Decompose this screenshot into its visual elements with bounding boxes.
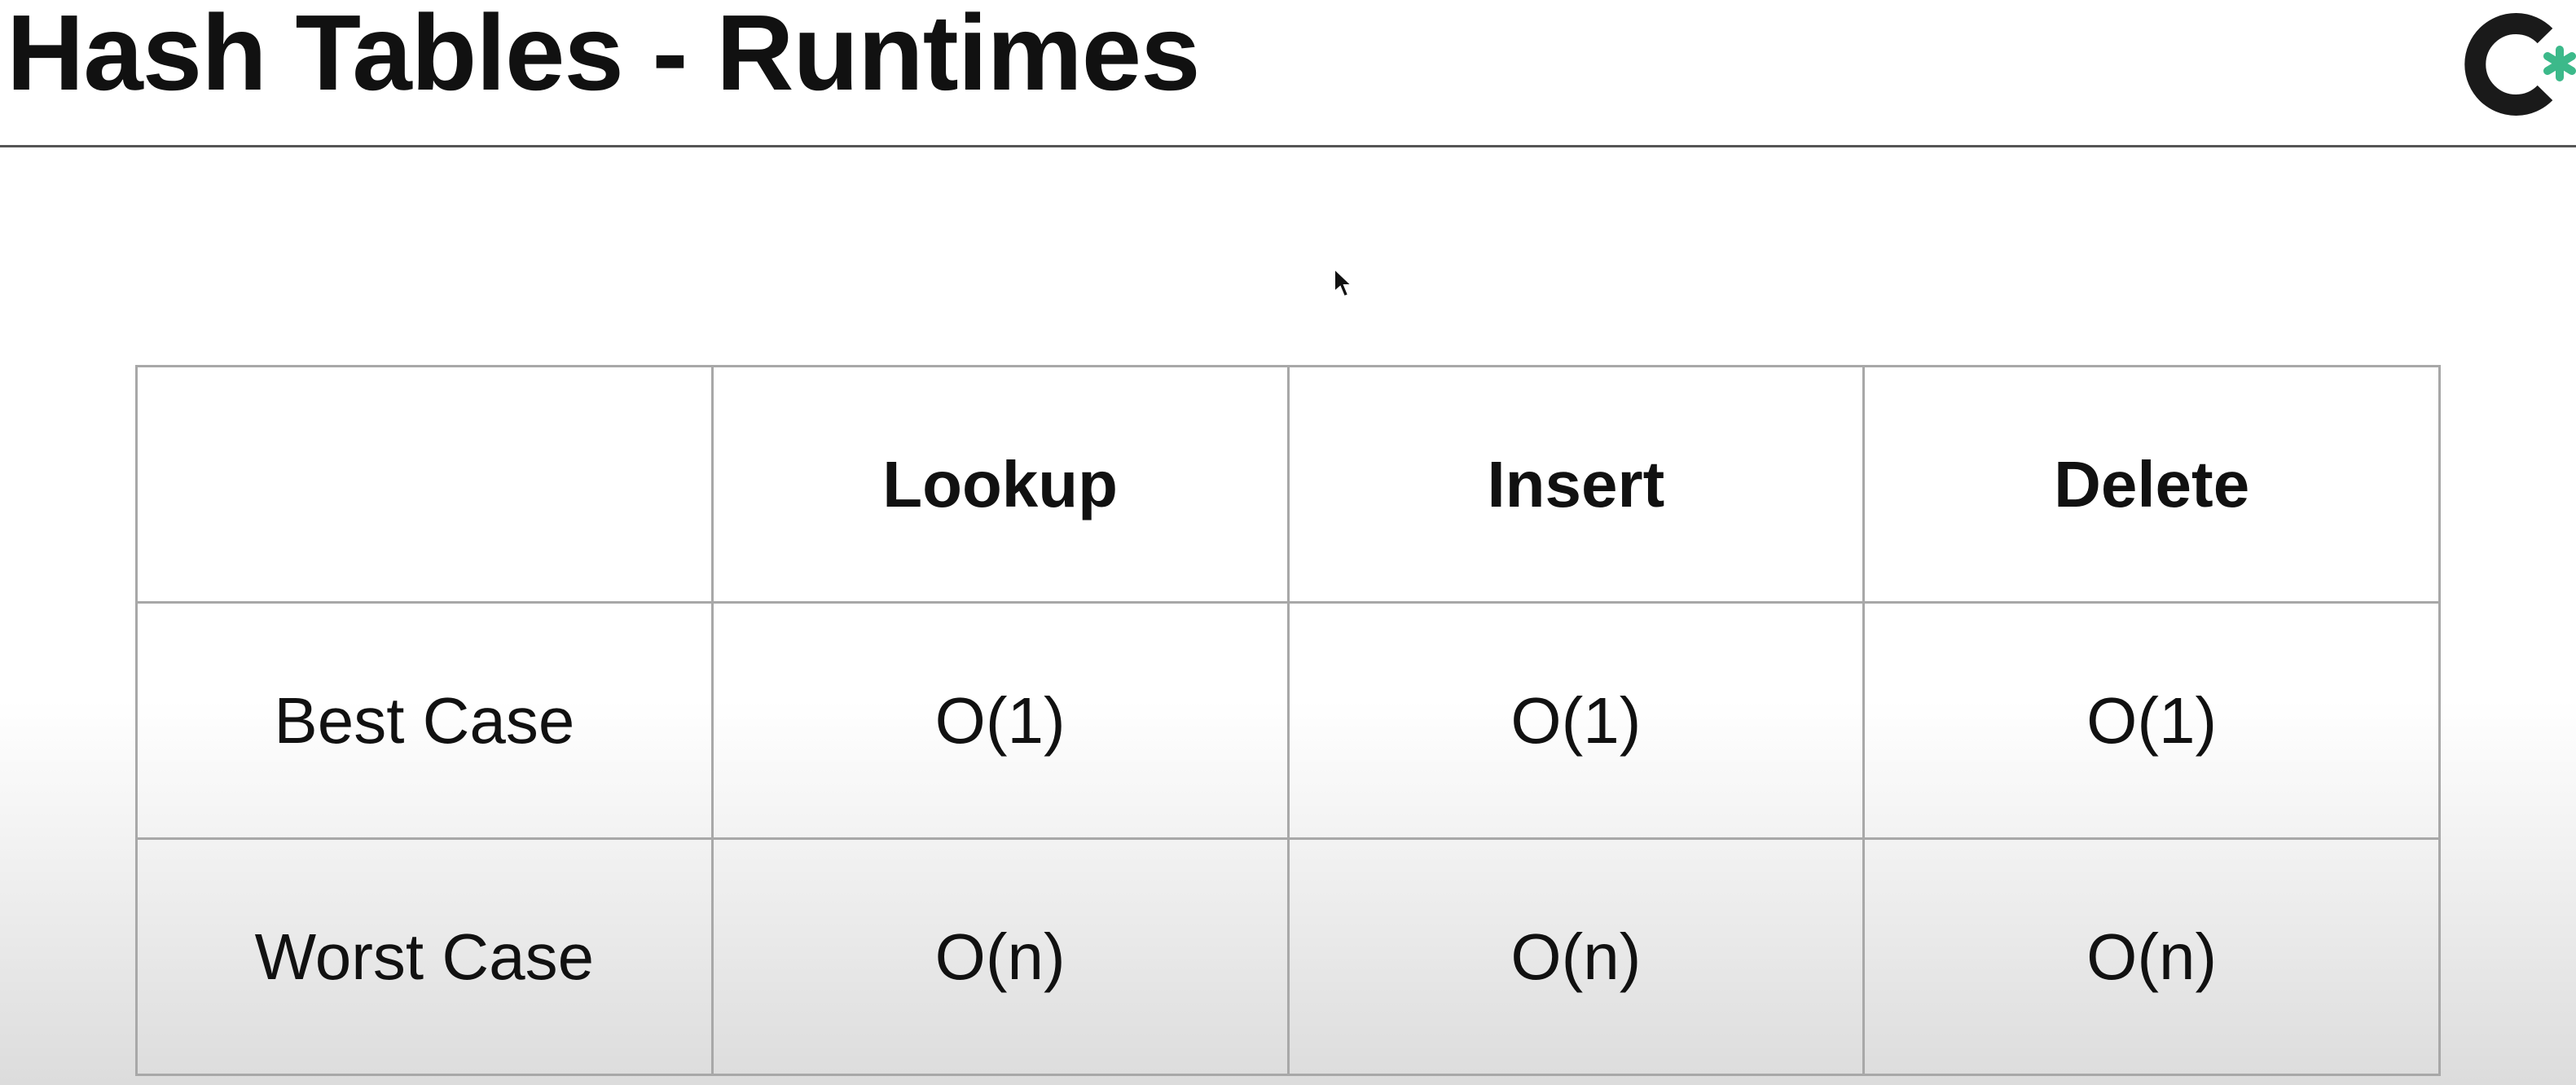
header-corner-cell bbox=[135, 365, 714, 604]
slide: Hash Tables - Runtimes Lookup Insert Del… bbox=[0, 0, 2576, 1085]
header-insert: Insert bbox=[1286, 365, 1866, 604]
runtime-table: Lookup Insert Delete Best Case O(1) O(1)… bbox=[135, 365, 2441, 1076]
table-row: Worst Case O(n) O(n) O(n) bbox=[135, 837, 2441, 1076]
cell-worst-lookup: O(n) bbox=[710, 837, 1290, 1076]
cell-best-delete: O(1) bbox=[1862, 601, 2441, 840]
table-header-row: Lookup Insert Delete bbox=[135, 365, 2441, 604]
slide-title: Hash Tables - Runtimes bbox=[7, 0, 1201, 112]
mouse-cursor-icon bbox=[1333, 266, 1354, 300]
row-label-worst-case: Worst Case bbox=[135, 837, 714, 1076]
cell-worst-delete: O(n) bbox=[1862, 837, 2441, 1076]
brand-logo-icon bbox=[2452, 7, 2576, 121]
cell-best-insert: O(1) bbox=[1286, 601, 1866, 840]
header-lookup: Lookup bbox=[710, 365, 1290, 604]
table-row: Best Case O(1) O(1) O(1) bbox=[135, 601, 2441, 840]
cell-worst-insert: O(n) bbox=[1286, 837, 1866, 1076]
header-delete: Delete bbox=[1862, 365, 2441, 604]
title-divider bbox=[0, 145, 2576, 147]
cell-best-lookup: O(1) bbox=[710, 601, 1290, 840]
runtime-table-container: Lookup Insert Delete Best Case O(1) O(1)… bbox=[135, 365, 2441, 1076]
row-label-best-case: Best Case bbox=[135, 601, 714, 840]
